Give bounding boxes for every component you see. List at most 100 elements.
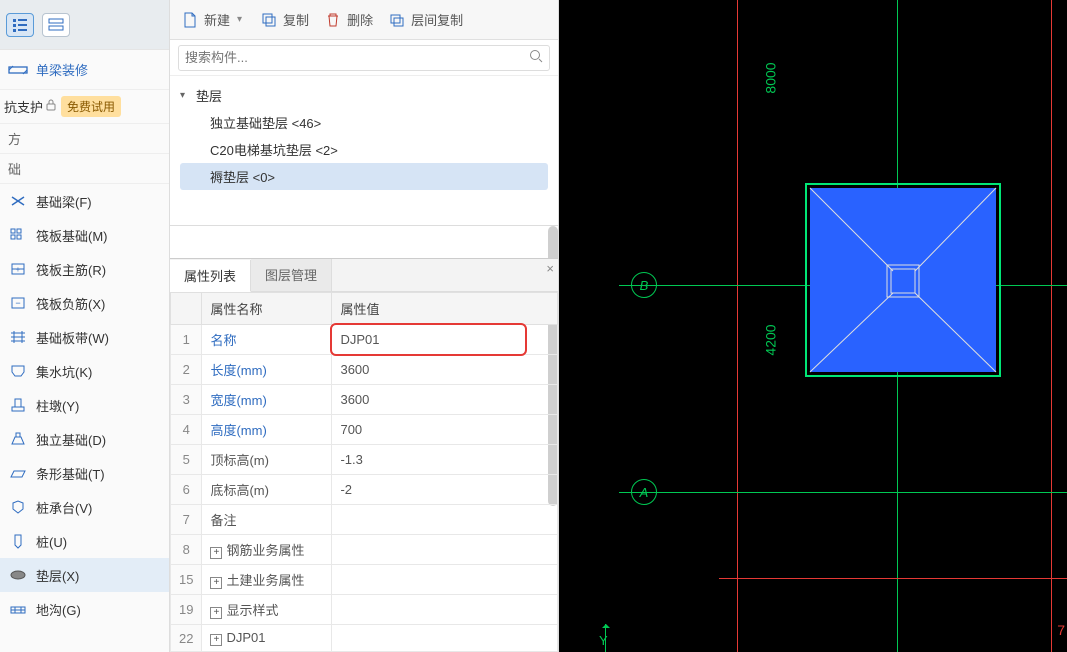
sidebar-item-11[interactable]: 垫层(X) xyxy=(0,558,169,592)
expand-icon[interactable]: + xyxy=(210,547,222,559)
prop-value-cell[interactable]: -2 xyxy=(332,475,558,505)
middle-panel: 新建 ▾ 复制 删除 层间复制 xyxy=(170,0,559,652)
sidebar-item-6[interactable]: 柱墩(Y) xyxy=(0,388,169,422)
view-card-button[interactable] xyxy=(42,13,70,37)
free-trial-tag[interactable]: 免费试用 xyxy=(61,96,121,117)
component-item-2[interactable]: 褥垫层 <0> xyxy=(180,163,548,190)
prop-row[interactable]: 22+DJP01 xyxy=(171,625,558,652)
sidebar-item-0[interactable]: 基础梁(F) xyxy=(0,184,169,218)
sidebar-item-10[interactable]: 桩(U) xyxy=(0,524,169,558)
dimension-8000: 8000 xyxy=(763,62,779,93)
close-icon[interactable]: × xyxy=(546,261,554,276)
lock-icon xyxy=(45,99,57,114)
prop-row[interactable]: 3宽度(mm)3600 xyxy=(171,385,558,415)
search-input[interactable] xyxy=(185,50,529,65)
delete-button[interactable]: 删除 xyxy=(319,6,379,33)
grid-line-red-2 xyxy=(1051,0,1052,652)
component-type-tree: 基础梁(F) 筏板基础(M) +筏板主筋(R)−筏板负筋(X) 基础板带(W) 集水坑(… xyxy=(0,184,169,652)
cad-viewport[interactable]: B A 8000 4200 Y 7 xyxy=(559,0,1067,652)
sidebar-item-label: 基础梁(F) xyxy=(36,192,92,211)
category-chu[interactable]: 础 xyxy=(0,154,169,184)
prop-row[interactable]: 7备注 xyxy=(171,505,558,535)
sidebar-item-7[interactable]: 独立基础(D) xyxy=(0,422,169,456)
sidebar-item-1[interactable]: 筏板基础(M) xyxy=(0,218,169,252)
sidebar-item-label: 独立基础(D) xyxy=(36,430,106,449)
component-toolbar: 新建 ▾ 复制 删除 层间复制 xyxy=(170,0,558,40)
prop-value-cell[interactable]: 3600 xyxy=(332,355,558,385)
grid-line-a xyxy=(619,492,1067,493)
trash-icon xyxy=(325,11,343,29)
component-item-1[interactable]: C20电梯基坑垫层 <2> xyxy=(180,136,548,163)
sidebar-item-2[interactable]: +筏板主筋(R) xyxy=(0,252,169,286)
type-icon xyxy=(8,226,28,244)
type-icon xyxy=(8,600,28,618)
svg-text:−: − xyxy=(15,298,20,308)
prop-row[interactable]: 1名称DJP01 xyxy=(171,325,558,355)
prop-row[interactable]: 19+显示样式 xyxy=(171,595,558,625)
prop-value-cell[interactable]: 3600 xyxy=(332,385,558,415)
prop-row[interactable]: 4高度(mm)700 xyxy=(171,415,558,445)
grid-line-red xyxy=(737,0,738,652)
type-icon xyxy=(8,464,28,482)
expand-icon[interactable]: + xyxy=(210,577,222,589)
tree-parent-dianceng[interactable]: ▾ 垫层 xyxy=(180,82,548,109)
interlayer-copy-button[interactable]: 层间复制 xyxy=(383,6,469,33)
sidebar-item-label: 垫层(X) xyxy=(36,566,79,585)
prop-row[interactable]: 15+土建业务属性 xyxy=(171,565,558,595)
caret-down-icon: ▾ xyxy=(180,90,192,101)
prop-value-cell[interactable] xyxy=(332,505,558,535)
footing-element[interactable] xyxy=(805,183,1001,377)
prop-row[interactable]: 8+钢筋业务属性 xyxy=(171,535,558,565)
axis-bubble-b: B xyxy=(631,272,657,298)
expand-icon[interactable]: + xyxy=(210,634,222,646)
component-item-0[interactable]: 独立基础垫层 <46> xyxy=(180,109,548,136)
tab-layers[interactable]: 图层管理 xyxy=(251,259,332,291)
prop-value-cell[interactable] xyxy=(332,595,558,625)
property-panel: × 属性列表 图层管理 属性名称 属性值 1名称DJP012长度(mm)3600… xyxy=(170,258,558,652)
component-search[interactable] xyxy=(178,45,550,71)
beam-icon xyxy=(8,62,28,78)
type-icon: + xyxy=(8,260,28,278)
type-icon xyxy=(8,430,28,448)
beam-decoration-item[interactable]: 单梁装修 xyxy=(0,50,169,90)
copy-button[interactable]: 复制 xyxy=(255,6,315,33)
sidebar-item-5[interactable]: 集水坑(K) xyxy=(0,354,169,388)
sidebar-item-label: 地沟(G) xyxy=(36,600,81,619)
sidebar-item-label: 基础板带(W) xyxy=(36,328,109,347)
footing-wireframe xyxy=(805,183,1001,377)
prop-value-cell[interactable] xyxy=(332,565,558,595)
edge-number: 7 xyxy=(1057,622,1065,638)
sidebar-item-label: 筏板基础(M) xyxy=(36,226,108,245)
prop-row[interactable]: 2长度(mm)3600 xyxy=(171,355,558,385)
prop-row[interactable]: 6底标高(m)-2 xyxy=(171,475,558,505)
support-row[interactable]: 抗支护 免费试用 xyxy=(0,90,169,124)
tab-properties[interactable]: 属性列表 xyxy=(170,260,251,292)
prop-value-cell[interactable]: DJP01 xyxy=(332,325,558,355)
sidebar-item-label: 桩(U) xyxy=(36,532,67,551)
search-icon[interactable] xyxy=(529,49,543,66)
category-fang[interactable]: 方 xyxy=(0,124,169,154)
type-icon xyxy=(8,362,28,380)
prop-value-cell[interactable]: -1.3 xyxy=(332,445,558,475)
sidebar-item-9[interactable]: 桩承台(V) xyxy=(0,490,169,524)
sidebar-item-3[interactable]: −筏板负筋(X) xyxy=(0,286,169,320)
prop-value-cell[interactable] xyxy=(332,625,558,652)
prop-row[interactable]: 5顶标高(m)-1.3 xyxy=(171,445,558,475)
sidebar-item-12[interactable]: 地沟(G) xyxy=(0,592,169,626)
sidebar-item-label: 条形基础(T) xyxy=(36,464,105,483)
prop-value-cell[interactable]: 700 xyxy=(332,415,558,445)
expand-icon[interactable]: + xyxy=(210,607,222,619)
sidebar-item-8[interactable]: 条形基础(T) xyxy=(0,456,169,490)
y-axis-label: Y xyxy=(599,633,608,648)
axis-bubble-a: A xyxy=(631,479,657,505)
sidebar-item-label: 柱墩(Y) xyxy=(36,396,79,415)
prop-value-cell[interactable] xyxy=(332,535,558,565)
new-button[interactable]: 新建 ▾ xyxy=(176,6,251,33)
dimension-4200: 4200 xyxy=(763,324,779,355)
support-label: 抗支护 xyxy=(4,97,43,116)
view-list-button[interactable] xyxy=(6,13,34,37)
chevron-down-icon: ▾ xyxy=(234,14,245,25)
sidebar-item-label: 集水坑(K) xyxy=(36,362,92,381)
sidebar-item-4[interactable]: 基础板带(W) xyxy=(0,320,169,354)
layers-copy-icon xyxy=(389,11,407,29)
